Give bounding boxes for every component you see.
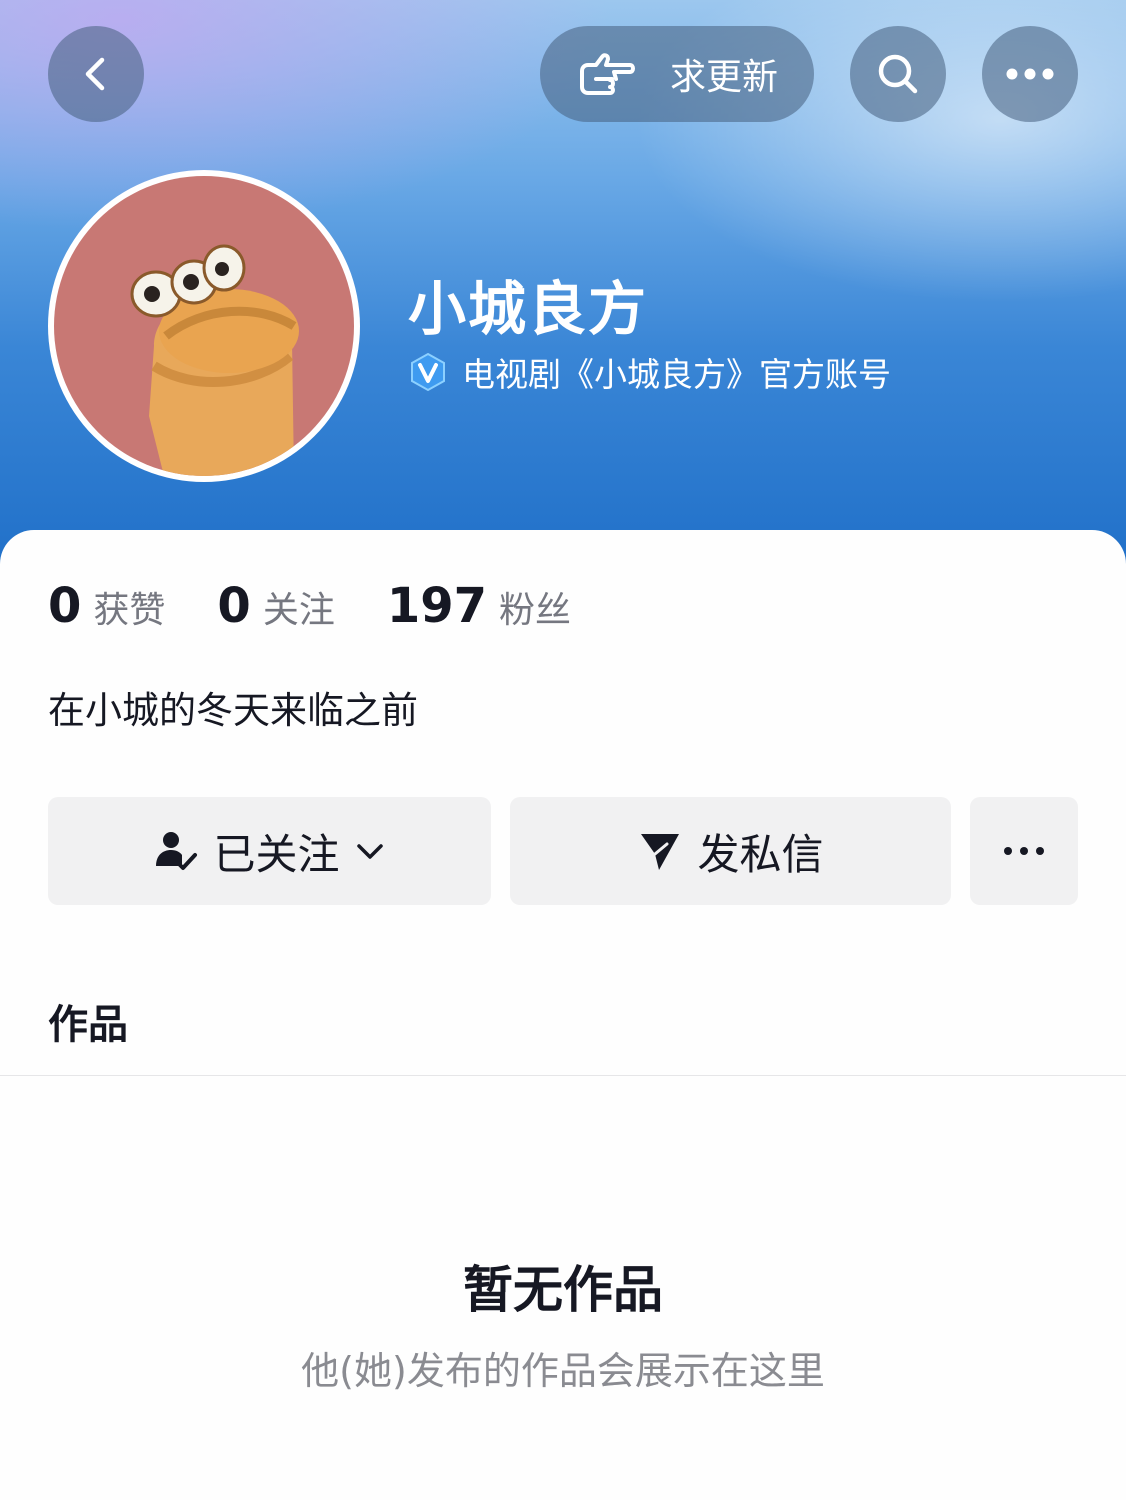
tab-works[interactable]: 作品 bbox=[48, 992, 128, 1050]
stat-followers[interactable]: 197 粉丝 bbox=[387, 578, 571, 634]
empty-state-subtitle: 他(她)发布的作品会展示在这里 bbox=[301, 1349, 825, 1393]
send-message-label: 发私信 bbox=[697, 829, 824, 879]
stat-value: 0 bbox=[48, 578, 82, 634]
back-button[interactable] bbox=[48, 26, 144, 122]
more-actions-button[interactable] bbox=[970, 797, 1078, 905]
stat-label: 关注 bbox=[262, 590, 335, 631]
chevron-down-icon bbox=[356, 844, 383, 859]
send-message-button[interactable]: 发私信 bbox=[510, 797, 951, 905]
request-update-label: 求更新 bbox=[669, 57, 778, 98]
pointing-hand-icon bbox=[579, 53, 635, 95]
profile-bio: 在小城的冬天来临之前 bbox=[48, 689, 418, 732]
profile-stats: 0 获赞 0 关注 197 粉丝 bbox=[48, 578, 623, 634]
empty-state-title: 暂无作品 bbox=[463, 1261, 663, 1319]
back-arrow-icon bbox=[85, 57, 105, 91]
following-label: 已关注 bbox=[213, 829, 340, 879]
cartoon-character-icon bbox=[130, 244, 299, 476]
profile-name: 小城良方 bbox=[408, 275, 649, 343]
verification-info: 电视剧《小城良方》官方账号 bbox=[408, 348, 891, 396]
avatar-image bbox=[54, 176, 354, 476]
following-button[interactable]: 已关注 bbox=[48, 797, 491, 905]
verification-text: 电视剧《小城良方》官方账号 bbox=[462, 355, 891, 394]
stat-label: 粉丝 bbox=[499, 590, 572, 631]
avatar[interactable] bbox=[48, 170, 360, 482]
stat-likes[interactable]: 0 获赞 bbox=[48, 578, 165, 634]
stat-label: 获赞 bbox=[93, 590, 166, 631]
more-horizontal-icon bbox=[1006, 68, 1054, 80]
more-options-button[interactable] bbox=[982, 26, 1078, 122]
stat-value: 197 bbox=[386, 578, 488, 634]
send-icon bbox=[641, 834, 680, 870]
divider bbox=[0, 1075, 1126, 1076]
more-horizontal-icon bbox=[1004, 847, 1044, 855]
request-update-button[interactable]: 求更新 bbox=[540, 26, 814, 122]
search-icon bbox=[878, 54, 918, 94]
stat-value: 0 bbox=[217, 578, 251, 634]
search-button[interactable] bbox=[850, 26, 946, 122]
user-check-icon bbox=[156, 832, 198, 870]
stat-following[interactable]: 0 关注 bbox=[217, 578, 334, 634]
verified-v-icon bbox=[411, 352, 445, 392]
